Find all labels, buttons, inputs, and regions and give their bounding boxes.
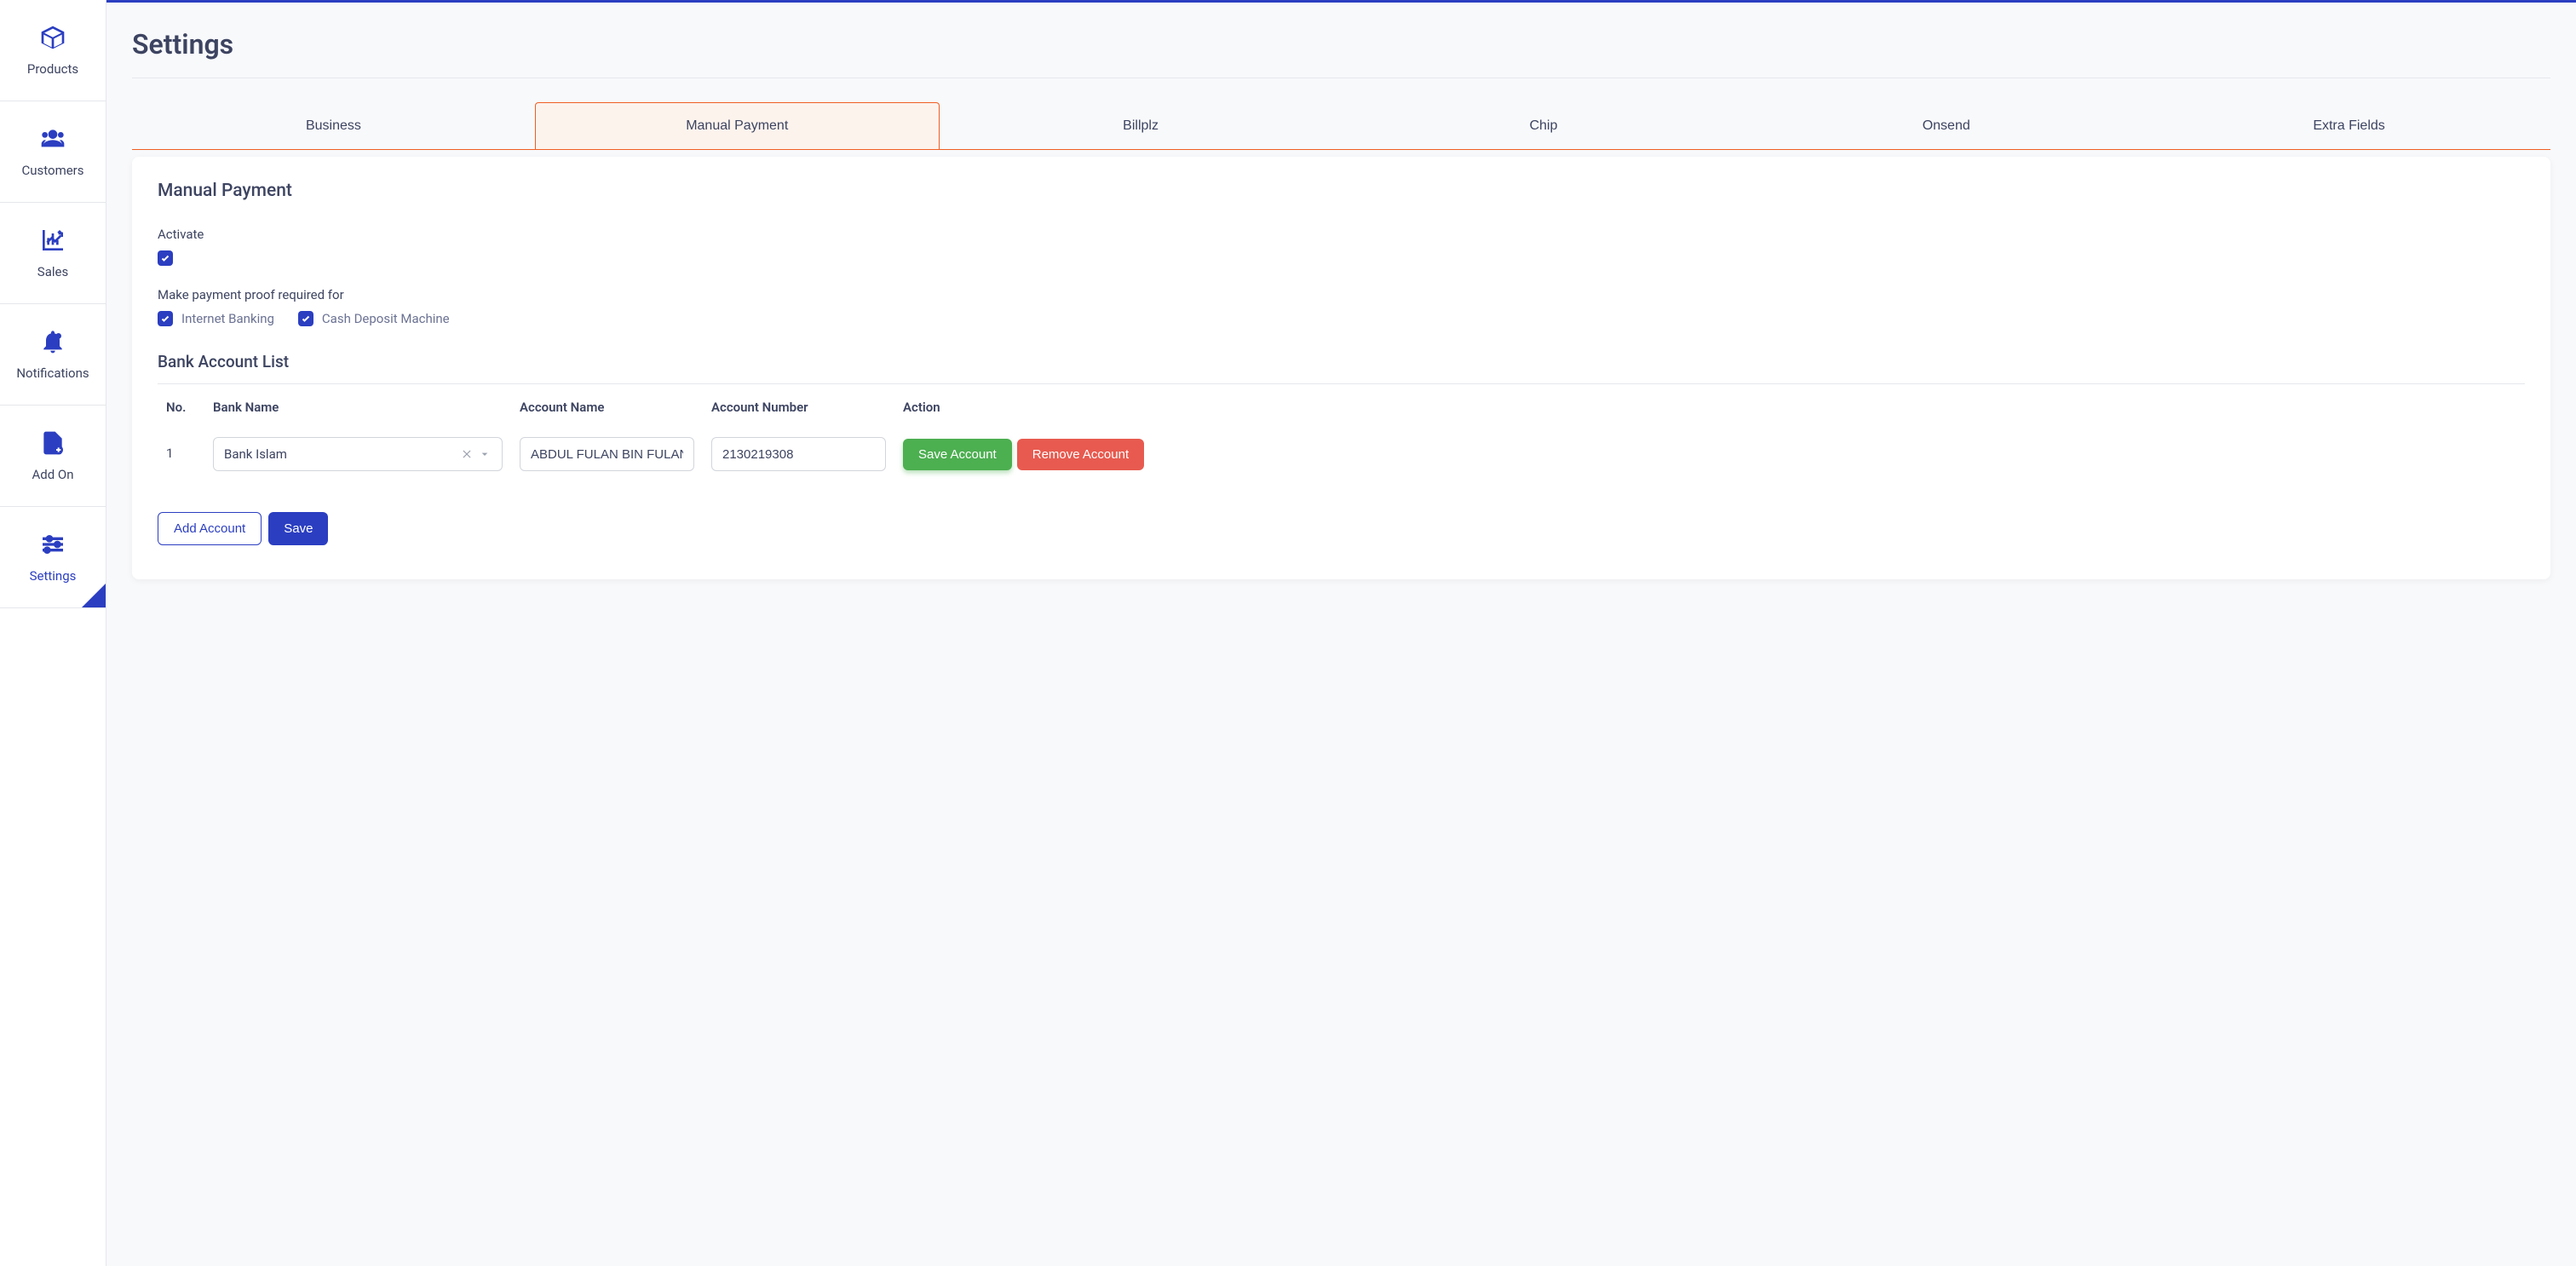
header-bank-name: Bank Name xyxy=(213,400,520,415)
file-plus-icon xyxy=(39,429,66,457)
users-icon xyxy=(39,125,66,152)
bank-account-table: No. Bank Name Account Name Account Numbe… xyxy=(158,384,2525,478)
sliders-icon xyxy=(39,531,66,558)
sidebar-item-addon[interactable]: Add On xyxy=(0,406,106,507)
account-name-input[interactable] xyxy=(520,437,694,471)
table-header: No. Bank Name Account Name Account Numbe… xyxy=(158,384,2525,430)
bank-name-select[interactable]: Bank Islam xyxy=(213,437,503,471)
header-account-number: Account Number xyxy=(711,400,903,415)
header-account-name: Account Name xyxy=(520,400,711,415)
add-account-button[interactable]: Add Account xyxy=(158,512,262,545)
bell-icon xyxy=(39,328,66,355)
tab-business[interactable]: Business xyxy=(132,102,535,149)
section-title: Manual Payment xyxy=(158,181,2525,201)
sidebar: Products Customers Sales Notifications xyxy=(0,0,106,1266)
page-title: Settings xyxy=(132,28,2550,60)
tab-manual-payment[interactable]: Manual Payment xyxy=(535,102,940,149)
activate-label: Activate xyxy=(158,227,2525,242)
chevron-down-icon xyxy=(478,447,492,461)
cash-deposit-option: Cash Deposit Machine xyxy=(298,311,450,326)
internet-banking-label: Internet Banking xyxy=(181,311,274,326)
settings-tabs: Business Manual Payment Billplz Chip Ons… xyxy=(132,102,2550,150)
tab-extra-fields[interactable]: Extra Fields xyxy=(2148,102,2550,149)
box-icon xyxy=(39,24,66,51)
manual-payment-card: Manual Payment Activate Make payment pro… xyxy=(132,157,2550,579)
sidebar-item-label: Customers xyxy=(21,163,83,178)
internet-banking-checkbox[interactable] xyxy=(158,311,173,326)
header-action: Action xyxy=(903,400,2516,415)
bottom-buttons: Add Account Save xyxy=(158,512,2525,545)
row-number: 1 xyxy=(166,437,213,461)
bank-list-title: Bank Account List xyxy=(158,352,2525,384)
cash-deposit-label: Cash Deposit Machine xyxy=(322,311,450,326)
tab-onsend[interactable]: Onsend xyxy=(1745,102,2148,149)
cash-deposit-checkbox[interactable] xyxy=(298,311,313,326)
proof-required-group: Make payment proof required for Internet… xyxy=(158,287,2525,326)
header-no: No. xyxy=(166,400,213,415)
sidebar-item-settings[interactable]: Settings xyxy=(0,507,106,608)
activate-group: Activate xyxy=(158,227,2525,267)
chart-icon xyxy=(39,227,66,254)
sidebar-item-label: Settings xyxy=(30,568,77,584)
sidebar-item-customers[interactable]: Customers xyxy=(0,101,106,203)
sidebar-item-label: Sales xyxy=(37,264,68,279)
sidebar-item-label: Add On xyxy=(32,467,73,482)
main-content: Settings Business Manual Payment Billplz… xyxy=(106,0,2576,1266)
tab-billplz[interactable]: Billplz xyxy=(940,102,1343,149)
tab-chip[interactable]: Chip xyxy=(1342,102,1745,149)
sidebar-item-notifications[interactable]: Notifications xyxy=(0,304,106,406)
bank-name-value: Bank Islam xyxy=(224,446,461,462)
save-account-button[interactable]: Save Account xyxy=(903,439,1012,470)
proof-required-label: Make payment proof required for xyxy=(158,287,2525,302)
sidebar-item-label: Notifications xyxy=(16,365,89,381)
active-indicator xyxy=(82,584,106,607)
sidebar-item-sales[interactable]: Sales xyxy=(0,203,106,304)
save-button[interactable]: Save xyxy=(268,512,328,545)
table-row: 1 Bank Islam xyxy=(158,430,2525,478)
activate-checkbox[interactable] xyxy=(158,250,173,266)
sidebar-item-label: Products xyxy=(27,61,78,77)
sidebar-item-products[interactable]: Products xyxy=(0,0,106,101)
remove-account-button[interactable]: Remove Account xyxy=(1017,439,1144,470)
account-number-input[interactable] xyxy=(711,437,886,471)
internet-banking-option: Internet Banking xyxy=(158,311,274,326)
clear-icon[interactable] xyxy=(461,448,473,460)
